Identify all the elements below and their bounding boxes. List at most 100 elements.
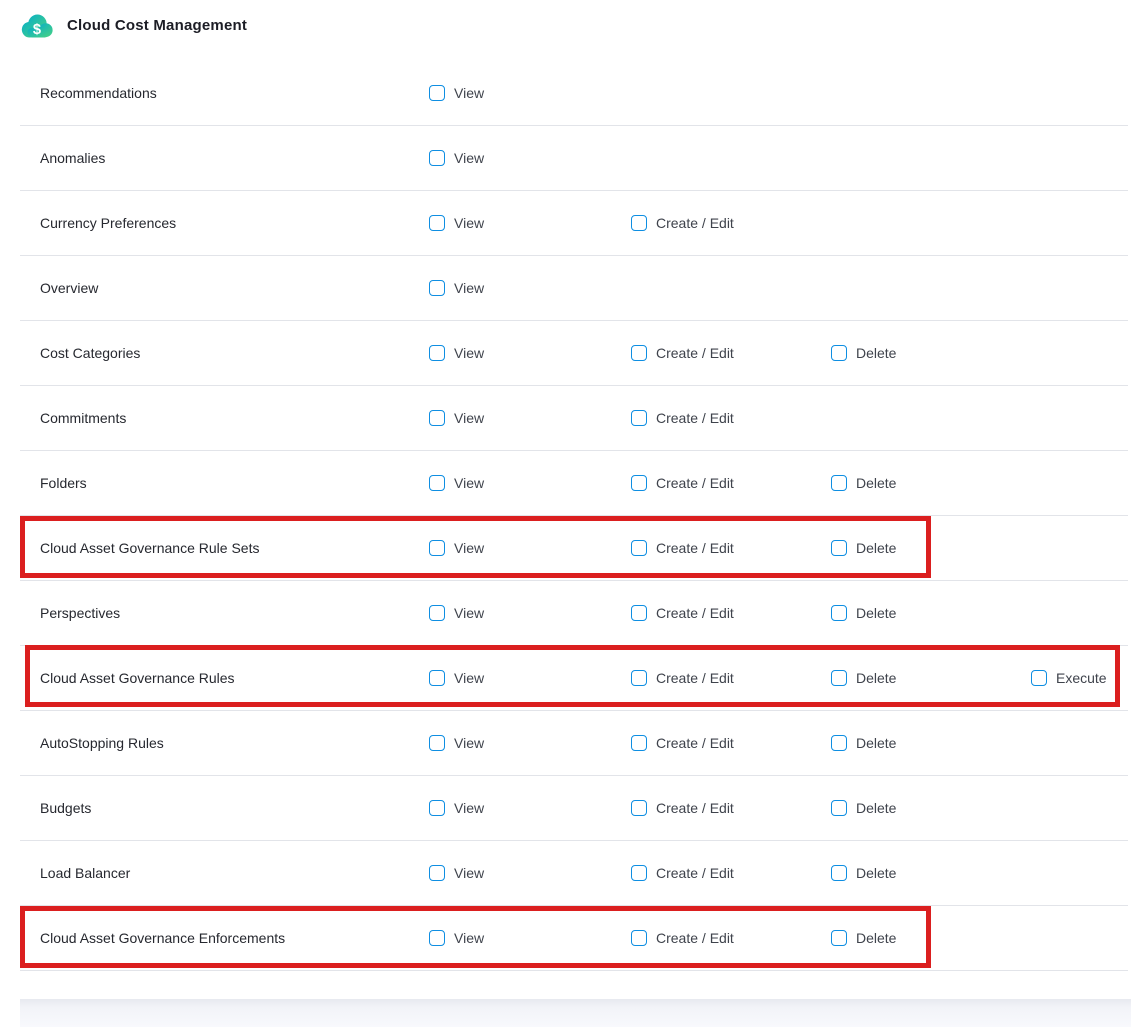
permission-row: CommitmentsViewCreate / Edit: [20, 386, 1128, 451]
delete-checkbox[interactable]: [831, 800, 847, 816]
view-checkbox-cell[interactable]: View: [429, 215, 484, 231]
checkbox-label: Delete: [856, 930, 896, 946]
view-checkbox-cell[interactable]: View: [429, 345, 484, 361]
checkbox-label: Create / Edit: [656, 670, 734, 686]
create-edit-checkbox-cell[interactable]: Create / Edit: [631, 865, 734, 881]
checkbox-label: Execute: [1056, 670, 1107, 686]
view-checkbox-cell[interactable]: View: [429, 85, 484, 101]
create-edit-checkbox[interactable]: [631, 735, 647, 751]
create-edit-checkbox-cell[interactable]: Create / Edit: [631, 670, 734, 686]
view-checkbox[interactable]: [429, 345, 445, 361]
create-edit-checkbox-cell[interactable]: Create / Edit: [631, 345, 734, 361]
delete-checkbox-cell[interactable]: Delete: [831, 800, 896, 816]
view-checkbox[interactable]: [429, 215, 445, 231]
view-checkbox[interactable]: [429, 800, 445, 816]
delete-checkbox[interactable]: [831, 475, 847, 491]
permissions-table: RecommendationsViewAnomaliesViewCurrency…: [20, 61, 1128, 971]
delete-checkbox-cell[interactable]: Delete: [831, 345, 896, 361]
permission-category-label: Folders: [40, 475, 87, 491]
create-edit-checkbox-cell[interactable]: Create / Edit: [631, 215, 734, 231]
permission-row: AutoStopping RulesViewCreate / EditDelet…: [20, 711, 1128, 776]
view-checkbox-cell[interactable]: View: [429, 735, 484, 751]
delete-checkbox[interactable]: [831, 605, 847, 621]
permission-row: Cost CategoriesViewCreate / EditDelete: [20, 321, 1128, 386]
checkbox-label: View: [454, 85, 484, 101]
view-checkbox-cell[interactable]: View: [429, 280, 484, 296]
execute-checkbox[interactable]: [1031, 670, 1047, 686]
view-checkbox[interactable]: [429, 150, 445, 166]
permission-row: AnomaliesView: [20, 126, 1128, 191]
view-checkbox-cell[interactable]: View: [429, 865, 484, 881]
checkbox-label: Create / Edit: [656, 800, 734, 816]
permission-category-label: Load Balancer: [40, 865, 130, 881]
next-section-strip: [20, 999, 1131, 1027]
view-checkbox[interactable]: [429, 475, 445, 491]
view-checkbox[interactable]: [429, 930, 445, 946]
cloud-dollar-icon: $: [20, 12, 54, 40]
create-edit-checkbox[interactable]: [631, 800, 647, 816]
create-edit-checkbox-cell[interactable]: Create / Edit: [631, 475, 734, 491]
create-edit-checkbox[interactable]: [631, 930, 647, 946]
checkbox-label: View: [454, 215, 484, 231]
view-checkbox[interactable]: [429, 865, 445, 881]
view-checkbox-cell[interactable]: View: [429, 670, 484, 686]
delete-checkbox[interactable]: [831, 670, 847, 686]
delete-checkbox[interactable]: [831, 930, 847, 946]
create-edit-checkbox[interactable]: [631, 605, 647, 621]
checkbox-label: Delete: [856, 475, 896, 491]
permission-row: PerspectivesViewCreate / EditDelete: [20, 581, 1128, 646]
checkbox-label: View: [454, 540, 484, 556]
create-edit-checkbox-cell[interactable]: Create / Edit: [631, 540, 734, 556]
delete-checkbox-cell[interactable]: Delete: [831, 735, 896, 751]
checkbox-label: Create / Edit: [656, 345, 734, 361]
checkbox-label: Delete: [856, 800, 896, 816]
checkbox-label: Delete: [856, 735, 896, 751]
view-checkbox[interactable]: [429, 670, 445, 686]
view-checkbox-cell[interactable]: View: [429, 540, 484, 556]
permission-row: OverviewView: [20, 256, 1128, 321]
view-checkbox-cell[interactable]: View: [429, 605, 484, 621]
create-edit-checkbox[interactable]: [631, 410, 647, 426]
delete-checkbox[interactable]: [831, 865, 847, 881]
create-edit-checkbox-cell[interactable]: Create / Edit: [631, 410, 734, 426]
view-checkbox[interactable]: [429, 605, 445, 621]
view-checkbox[interactable]: [429, 735, 445, 751]
create-edit-checkbox[interactable]: [631, 540, 647, 556]
view-checkbox[interactable]: [429, 540, 445, 556]
delete-checkbox-cell[interactable]: Delete: [831, 670, 896, 686]
page-root: { "header": { "title": "Cloud Cost Manag…: [0, 0, 1134, 1027]
view-checkbox[interactable]: [429, 280, 445, 296]
checkbox-label: View: [454, 800, 484, 816]
delete-checkbox-cell[interactable]: Delete: [831, 540, 896, 556]
create-edit-checkbox[interactable]: [631, 345, 647, 361]
view-checkbox-cell[interactable]: View: [429, 150, 484, 166]
checkbox-label: Create / Edit: [656, 215, 734, 231]
view-checkbox-cell[interactable]: View: [429, 410, 484, 426]
create-edit-checkbox[interactable]: [631, 865, 647, 881]
view-checkbox-cell[interactable]: View: [429, 930, 484, 946]
delete-checkbox[interactable]: [831, 345, 847, 361]
create-edit-checkbox-cell[interactable]: Create / Edit: [631, 605, 734, 621]
delete-checkbox-cell[interactable]: Delete: [831, 930, 896, 946]
section-header: $ Cloud Cost Management: [0, 0, 1134, 61]
delete-checkbox-cell[interactable]: Delete: [831, 475, 896, 491]
create-edit-checkbox-cell[interactable]: Create / Edit: [631, 735, 734, 751]
view-checkbox-cell[interactable]: View: [429, 800, 484, 816]
execute-checkbox-cell[interactable]: Execute: [1031, 670, 1107, 686]
view-checkbox[interactable]: [429, 85, 445, 101]
create-edit-checkbox[interactable]: [631, 670, 647, 686]
checkbox-label: Create / Edit: [656, 735, 734, 751]
view-checkbox[interactable]: [429, 410, 445, 426]
checkbox-label: View: [454, 280, 484, 296]
delete-checkbox[interactable]: [831, 735, 847, 751]
permission-category-label: Budgets: [40, 800, 91, 816]
delete-checkbox-cell[interactable]: Delete: [831, 865, 896, 881]
create-edit-checkbox-cell[interactable]: Create / Edit: [631, 800, 734, 816]
view-checkbox-cell[interactable]: View: [429, 475, 484, 491]
checkbox-label: Create / Edit: [656, 475, 734, 491]
create-edit-checkbox[interactable]: [631, 215, 647, 231]
create-edit-checkbox-cell[interactable]: Create / Edit: [631, 930, 734, 946]
delete-checkbox[interactable]: [831, 540, 847, 556]
delete-checkbox-cell[interactable]: Delete: [831, 605, 896, 621]
create-edit-checkbox[interactable]: [631, 475, 647, 491]
